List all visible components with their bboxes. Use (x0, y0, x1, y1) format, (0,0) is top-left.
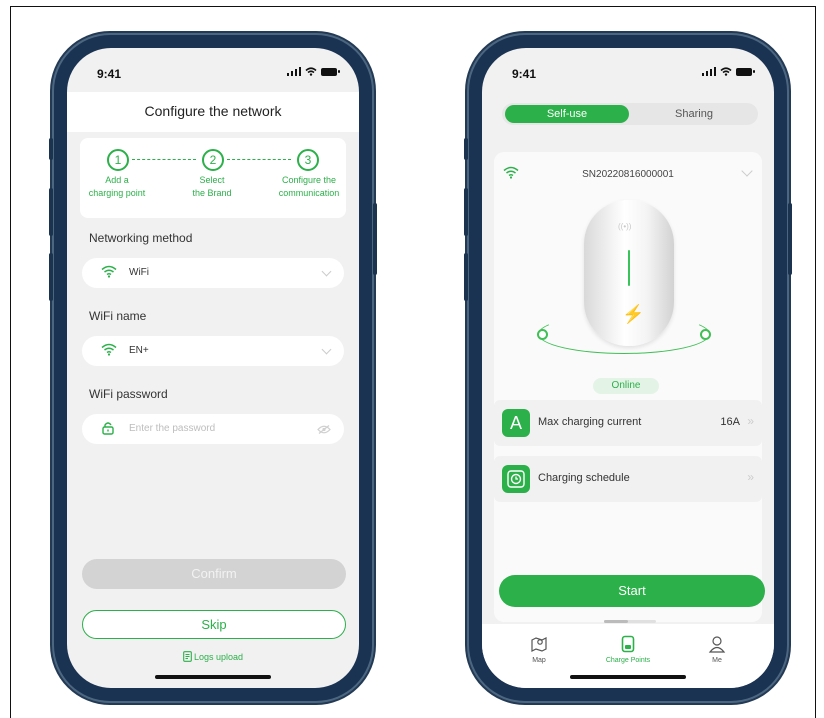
status-time: 9:41 (512, 67, 537, 81)
step-2-circle: 2 (202, 149, 224, 171)
battery-icon (321, 67, 340, 76)
lock-icon (102, 422, 114, 435)
frame-left-line (10, 6, 11, 718)
wifi-password-placeholder: Enter the password (129, 423, 216, 434)
wifi-status-icon (305, 67, 317, 76)
step-1-label: Add a charging point (88, 175, 146, 198)
max-charging-current-label: Max charging current (538, 416, 642, 428)
wifi-status-icon (720, 67, 732, 76)
pager-indicator (604, 620, 656, 623)
wifi-password-label: WiFi password (89, 387, 168, 401)
charger-serial: SN20220816000001 (582, 169, 674, 180)
phone-side-button (464, 138, 468, 160)
phone-side-button (788, 203, 792, 275)
tab-map[interactable]: Map (504, 633, 574, 664)
home-indicator (155, 675, 271, 679)
chevron-down-icon (321, 266, 332, 277)
steps-progress: 1 2 3 Add a charging point Select the Bran… (80, 138, 346, 218)
right-screen: 9:41 Self-use Sharing SN20220816000001 (… (482, 48, 774, 688)
confirm-button[interactable]: Confirm (82, 559, 346, 589)
phone-side-button (464, 253, 468, 301)
logs-upload-link[interactable]: Logs upload (67, 651, 359, 662)
left-screen: 9:41 Configure the network 1 2 3 Add a ch… (67, 48, 359, 688)
home-indicator (570, 675, 686, 679)
step-2-label: Select the Brand (192, 175, 232, 198)
status-icons (701, 67, 755, 76)
battery-icon (736, 67, 755, 76)
phone-side-button (373, 203, 377, 275)
tab-charge-points-label: Charge Points (605, 657, 651, 664)
map-icon (531, 637, 547, 652)
chevron-right-icon: » (747, 414, 754, 428)
step-connector (132, 159, 196, 160)
start-button[interactable]: Start (499, 575, 765, 607)
phone-side-button (49, 138, 53, 160)
logs-upload-label: Logs upload (193, 652, 244, 662)
chevron-right-icon: » (747, 470, 754, 484)
tab-charge-points[interactable]: Charge Points (593, 633, 663, 664)
chevron-down-icon (321, 344, 332, 355)
left-phone: 9:41 Configure the network 1 2 3 Add a ch… (49, 33, 377, 703)
charging-schedule-label: Charging schedule (538, 472, 630, 484)
person-icon (708, 636, 726, 653)
charger-card: SN20220816000001 ((•)) ⚡ Online A Max ch… (494, 152, 762, 622)
networking-method-label: Networking method (89, 231, 193, 245)
signal-icon (701, 67, 716, 76)
frame-right-line (815, 6, 816, 718)
tab-sharing[interactable]: Sharing (632, 105, 756, 123)
nfc-icon: ((•)) (618, 222, 632, 231)
orbit-dot (537, 329, 548, 340)
status-bar: 9:41 (67, 48, 359, 92)
wifi-name-label: WiFi name (89, 309, 147, 323)
charger-led (628, 250, 630, 286)
wifi-icon (101, 343, 117, 356)
page-header: Configure the network (67, 92, 359, 132)
charger-device-image: ((•)) ⚡ (584, 200, 674, 346)
tab-me-label: Me (712, 657, 722, 664)
wifi-icon (101, 265, 117, 278)
phone-side-button (49, 253, 53, 301)
status-time: 9:41 (97, 67, 122, 81)
step-3-circle: 3 (297, 149, 319, 171)
phone-side-button (49, 188, 53, 236)
wifi-name-value: EN+ (129, 345, 149, 356)
tab-self-use[interactable]: Self-use (505, 105, 629, 123)
tab-map-label: Map (532, 657, 546, 664)
charging-schedule-row[interactable]: Charging schedule » (494, 456, 762, 502)
status-bar: 9:41 (482, 48, 774, 92)
wifi-name-select[interactable]: EN+ (82, 336, 344, 366)
skip-button[interactable]: Skip (82, 610, 346, 639)
step-3-label: Configure the communication (278, 175, 340, 198)
orbit-dot (700, 329, 711, 340)
signal-icon (286, 67, 301, 76)
networking-method-value: WiFi (129, 267, 149, 278)
lightning-icon: ⚡ (622, 304, 645, 324)
clock-icon (502, 465, 530, 493)
networking-method-select[interactable]: WiFi (82, 258, 344, 288)
usage-segmented-control: Self-use Sharing (502, 103, 758, 125)
frame-top-line (10, 6, 816, 7)
document-icon (183, 651, 192, 662)
max-charging-current-value: 16A (720, 416, 740, 428)
wifi-password-input[interactable]: Enter the password (82, 414, 344, 444)
eye-hidden-icon[interactable] (317, 425, 331, 434)
max-charging-current-row[interactable]: A Max charging current 16A » (494, 400, 762, 446)
status-badge: Online (593, 378, 659, 394)
step-connector (227, 159, 291, 160)
right-phone: 9:41 Self-use Sharing SN20220816000001 (… (464, 33, 792, 703)
phone-side-button (464, 188, 468, 236)
ampere-icon: A (502, 409, 530, 437)
status-icons (286, 67, 340, 76)
step-1-circle: 1 (107, 149, 129, 171)
page-title: Configure the network (144, 103, 282, 119)
tab-me[interactable]: Me (682, 633, 752, 664)
charge-point-icon (621, 635, 635, 653)
